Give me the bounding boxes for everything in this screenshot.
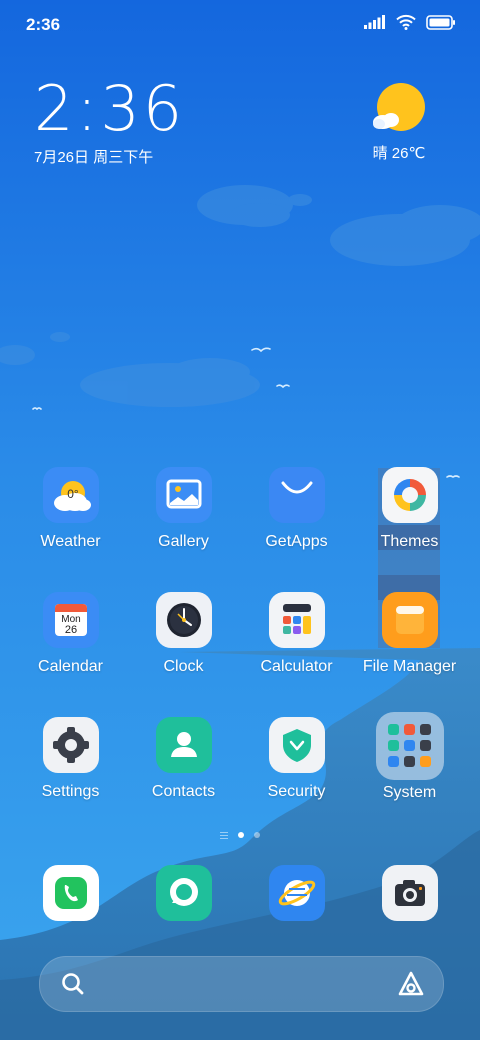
calculator-icon: [268, 592, 325, 648]
file-manager-icon: [381, 592, 438, 648]
phone-icon[interactable]: [43, 865, 99, 921]
app-label-gallery: Gallery: [158, 533, 209, 550]
page-dot[interactable]: [254, 832, 260, 838]
weather-icon: 0°: [42, 467, 99, 523]
status-time: 2:36: [26, 15, 61, 34]
page-dot-active[interactable]: [238, 832, 244, 838]
weather-widget[interactable]: 晴 26℃: [354, 80, 444, 163]
app-label-contacts: Contacts: [151, 783, 216, 800]
app-label-getapps: GetApps: [265, 533, 328, 550]
status-icons: [364, 14, 456, 30]
app-weather[interactable]: 0° Weather: [14, 462, 127, 551]
app-label-calendar: Calendar: [38, 658, 103, 675]
messaging-icon[interactable]: [156, 865, 212, 921]
calendar-day: 26: [64, 624, 76, 636]
weather-icon-badge: 0°: [67, 487, 79, 501]
app-clock[interactable]: Clock: [127, 587, 240, 676]
battery-icon: [426, 14, 455, 30]
app-system-folder[interactable]: System: [353, 712, 466, 802]
wifi-icon: [396, 14, 416, 30]
gallery-icon: [155, 467, 212, 523]
app-file-manager[interactable]: File Manager: [353, 587, 466, 676]
dock: [0, 865, 480, 925]
app-label-security: Security: [267, 783, 326, 800]
browser-icon[interactable]: [269, 865, 325, 921]
weather-condition-temp: 晴 26℃: [372, 145, 426, 162]
camera-icon[interactable]: [382, 865, 438, 921]
status-bar: 2:36: [0, 0, 480, 48]
app-getapps[interactable]: GetApps: [240, 462, 353, 551]
app-label-system: System: [382, 784, 437, 801]
search-bar[interactable]: [39, 956, 444, 1012]
getapps-icon: [268, 467, 325, 523]
settings-icon: [42, 717, 99, 773]
clock-widget-date: 7月26日 周三下午: [34, 149, 154, 166]
app-label-themes: Themes: [380, 533, 439, 550]
clock-widget-time: 2:36: [34, 72, 186, 145]
signal-icon: [364, 15, 385, 29]
app-label-weather: Weather: [40, 533, 101, 550]
app-settings[interactable]: Settings: [14, 712, 127, 801]
app-contacts[interactable]: Contacts: [127, 712, 240, 801]
sunny-cloud-icon: [371, 80, 427, 136]
search-icon[interactable]: [60, 971, 86, 997]
app-label-file-manager: File Manager: [362, 658, 457, 675]
app-label-clock: Clock: [163, 658, 204, 675]
app-label-calculator: Calculator: [260, 658, 333, 675]
assistant-icon[interactable]: [397, 970, 425, 998]
app-themes[interactable]: Themes: [353, 462, 466, 551]
themes-icon: [381, 467, 438, 523]
system-folder-icon: [375, 712, 444, 780]
clock-widget[interactable]: 2:36 7月26日 周三下午: [34, 78, 185, 167]
app-label-settings: Settings: [41, 783, 100, 800]
page-indicator-lines-icon: [220, 831, 228, 839]
security-icon: [268, 717, 325, 773]
app-calendar[interactable]: Mon 26 Calendar: [14, 587, 127, 676]
app-calculator[interactable]: Calculator: [240, 587, 353, 676]
page-indicator[interactable]: [0, 828, 480, 842]
app-gallery[interactable]: Gallery: [127, 462, 240, 551]
calendar-icon: Mon 26: [42, 592, 99, 648]
contacts-icon: [155, 717, 212, 773]
app-security[interactable]: Security: [240, 712, 353, 801]
clock-icon: [155, 592, 212, 648]
